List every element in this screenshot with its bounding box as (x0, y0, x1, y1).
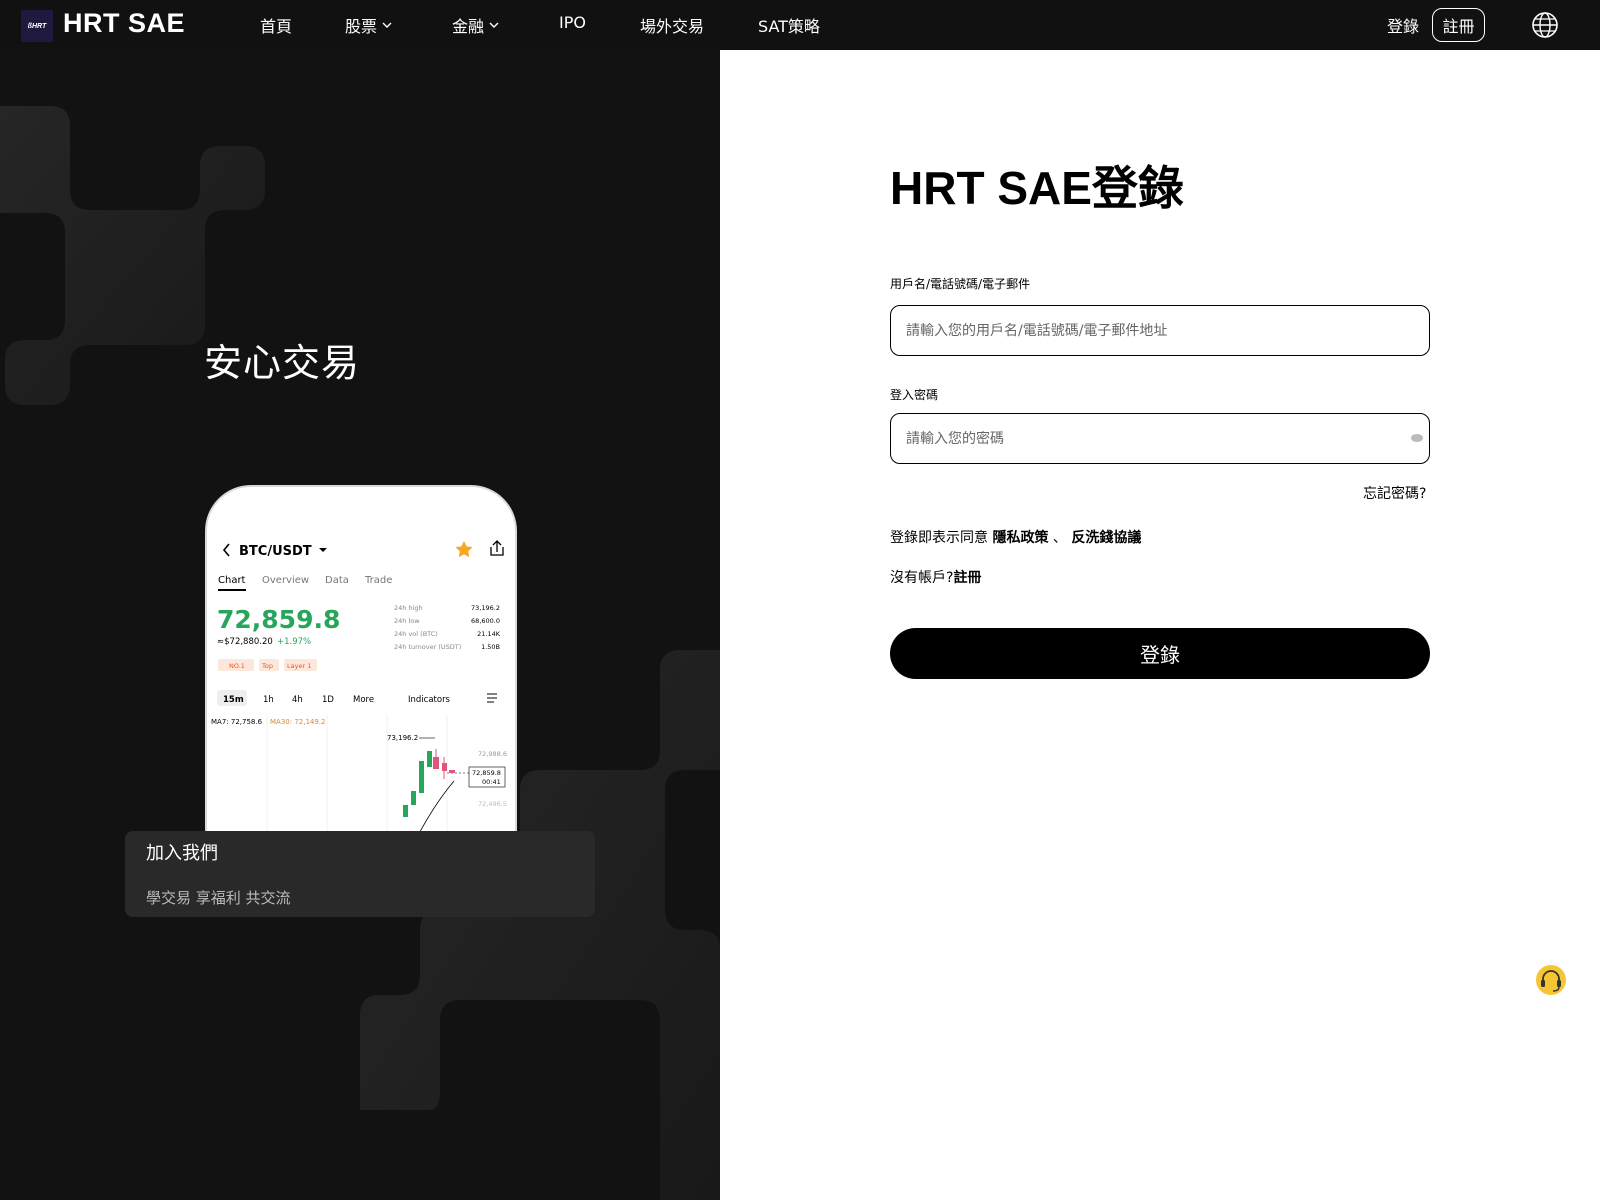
interval-1h: 1h (263, 695, 274, 705)
chevron-down-icon (489, 22, 499, 28)
countdown-label: 00:41 (482, 778, 501, 786)
nav-stocks[interactable]: 股票 (345, 13, 393, 37)
stat-label-1: 24h low (394, 617, 420, 625)
agreement-separator: 、 (1052, 530, 1067, 546)
nav-home[interactable]: 首頁 (260, 13, 292, 37)
ma7-label: MA7: 72,758.6 (211, 718, 263, 726)
join-title: 加入我們 (146, 843, 218, 864)
promo-panel: 安心交易 BTC/USDT Chart Overview Data Trade … (0, 50, 720, 1200)
candle (419, 761, 424, 793)
ma30-label: MA30: 72,149.2 (270, 718, 326, 726)
stat-value-1: 68,600.0 (471, 617, 500, 625)
no-account-text: 沒有帳戶?註冊 (890, 567, 981, 587)
globe-icon[interactable] (1531, 11, 1559, 39)
nav-finance-label: 金融 (452, 17, 485, 36)
phone-mockup: BTC/USDT Chart Overview Data Trade 72,85… (205, 485, 517, 885)
username-label: 用戶名/電話號碼/電子郵件 (890, 277, 1031, 291)
username-field[interactable] (890, 305, 1430, 356)
nav-ipo-label: IPO (559, 13, 586, 32)
aml-agreement-link[interactable]: 反洗錢協議 (1071, 530, 1141, 546)
candle (411, 791, 416, 805)
fiat-price: ≈$72,880.20 (217, 637, 273, 647)
stat-value-3: 1.50B (481, 643, 500, 651)
candle (427, 751, 432, 767)
logo[interactable]: ßHRT (21, 10, 53, 42)
agreement-prefix: 登錄即表示同意 (890, 530, 988, 546)
nav-sat-strategy[interactable]: SAT策略 (758, 13, 820, 37)
password-field[interactable] (890, 413, 1430, 464)
register-link[interactable]: 註冊 (953, 570, 981, 586)
tab-overview: Overview (262, 575, 309, 586)
logo-text: ßHRT (27, 22, 47, 30)
interval-1d: 1D (322, 695, 334, 705)
candle (403, 805, 408, 817)
password-label: 登入密碼 (890, 388, 939, 402)
nav-otc[interactable]: 場外交易 (640, 13, 704, 37)
interval-4h: 4h (292, 695, 303, 705)
join-subtitle: 學交易 享福利 共交流 (146, 889, 291, 907)
page-title: HRT SAE登錄 (890, 162, 1184, 214)
login-panel: HRT SAE登錄 用戶名/電話號碼/電子郵件 登入密碼 忘記密碼? 登錄即表示… (720, 50, 1600, 1200)
brand-name[interactable]: HRT SAE (63, 8, 185, 39)
eye-hidden-icon[interactable] (1410, 433, 1424, 443)
trading-app-preview: BTC/USDT Chart Overview Data Trade 72,85… (207, 487, 515, 885)
level2-label: 72,496.5 (478, 800, 507, 808)
stat-value-2: 21.14K (477, 630, 501, 638)
tab-chart: Chart (218, 575, 246, 586)
privacy-policy-link[interactable]: 隱私政策 (992, 530, 1048, 546)
tag-layer: Layer 1 (287, 662, 311, 670)
pair-name: BTC/USDT (239, 544, 312, 559)
candle (449, 770, 455, 773)
level1-label: 72,988.6 (478, 750, 507, 758)
tab-data: Data (325, 575, 349, 586)
customer-service-icon[interactable] (1533, 962, 1569, 998)
nav-home-label: 首頁 (260, 17, 293, 36)
nav-register-button[interactable]: 註冊 (1432, 8, 1485, 42)
stat-label-2: 24h vol (BTC) (394, 630, 438, 638)
tag-no1: NO.1 (229, 662, 245, 670)
peak-label: 73,196.2 (387, 734, 418, 742)
nav-login-link[interactable]: 登錄 (1387, 13, 1419, 37)
indicators-label: Indicators (408, 695, 451, 705)
stat-value-0: 73,196.2 (471, 604, 500, 612)
top-nav: ßHRT HRT SAE 首頁 股票 金融 IPO 場外交易 SAT策略 登錄 … (0, 0, 1600, 50)
forgot-password-link[interactable]: 忘記密碼? (1363, 483, 1426, 503)
stat-label-3: 24h turnover (USDT) (394, 643, 461, 651)
tab-trade: Trade (364, 575, 392, 586)
nav-stocks-label: 股票 (345, 17, 378, 36)
current-price-label: 72,859.8 (472, 769, 501, 777)
username-input[interactable] (906, 322, 1429, 339)
nav-sat-label: SAT策略 (758, 17, 820, 36)
join-us-card[interactable]: 加入我們 學交易 享福利 共交流 (125, 831, 595, 917)
chevron-down-icon (382, 22, 392, 28)
price-change: +1.97% (277, 637, 311, 647)
agreement-text: 登錄即表示同意 隱私政策 、 反洗錢協議 (890, 527, 1141, 547)
stat-label-0: 24h high (394, 604, 423, 612)
tab-underline (218, 589, 246, 591)
interval-more: More (353, 695, 374, 705)
hero-title: 安心交易 (204, 341, 361, 385)
nav-finance[interactable]: 金融 (452, 13, 500, 37)
login-submit-button[interactable]: 登錄 (890, 628, 1430, 679)
no-account-prefix: 沒有帳戶? (890, 570, 954, 586)
nav-otc-label: 場外交易 (640, 17, 705, 36)
tag-top: Top (261, 662, 273, 670)
price: 72,859.8 (217, 605, 340, 634)
nav-ipo[interactable]: IPO (559, 13, 586, 32)
password-input[interactable] (906, 430, 1429, 447)
interval-15m: 15m (223, 695, 244, 705)
